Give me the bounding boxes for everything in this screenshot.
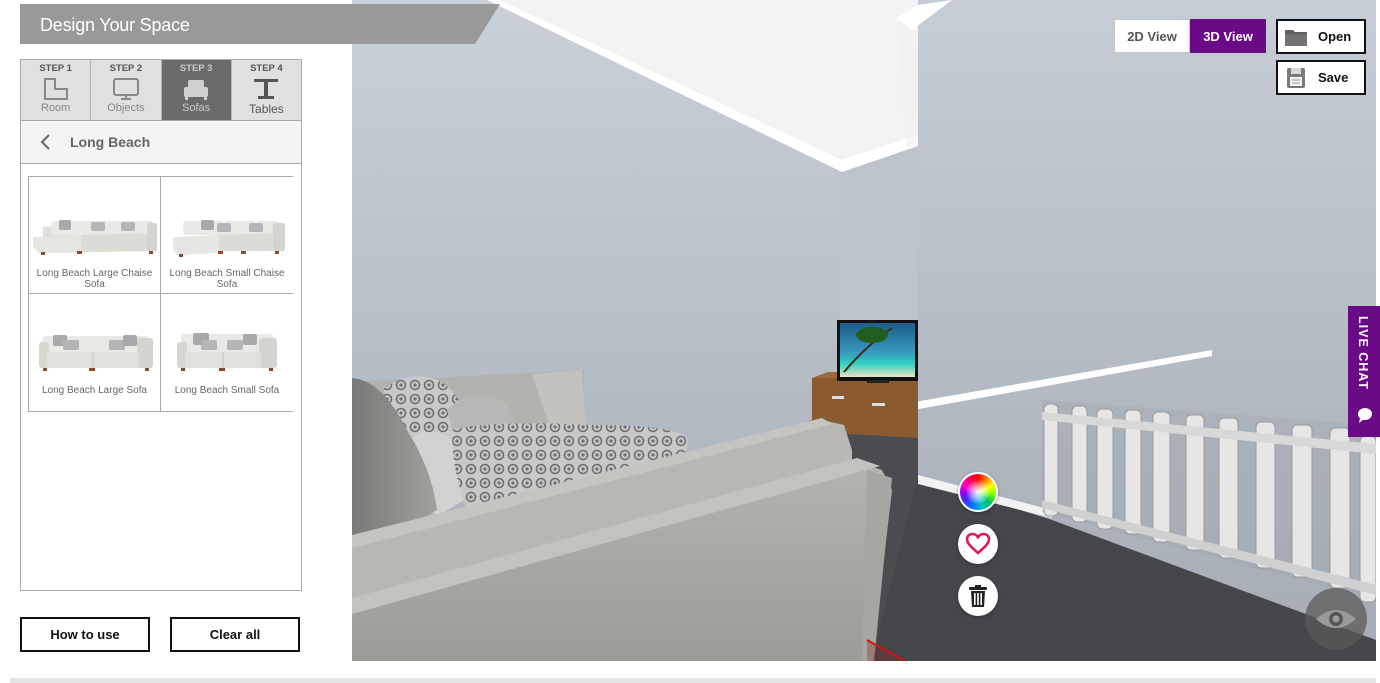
delete-button[interactable] bbox=[958, 576, 998, 616]
tab-step-4-tables[interactable]: STEP 4 Tables bbox=[231, 60, 301, 120]
heart-icon bbox=[965, 532, 991, 555]
footer-divider bbox=[10, 678, 1376, 683]
product-thumbnail-large-chaise-sofa bbox=[33, 220, 157, 255]
folder-icon bbox=[1285, 29, 1307, 46]
eye-icon bbox=[1316, 610, 1356, 628]
sofa-icon bbox=[184, 80, 209, 100]
table-icon bbox=[254, 79, 279, 99]
product-name: Long Beach Small Sofa bbox=[174, 385, 280, 396]
product-thumbnail-large-sofa bbox=[39, 335, 153, 371]
live-chat-tab[interactable]: LIVE CHAT bbox=[1348, 306, 1380, 437]
product-thumbnail-small-chaise-sofa bbox=[173, 220, 285, 257]
favorite-button[interactable] bbox=[958, 524, 998, 564]
step-label: Room bbox=[40, 102, 71, 114]
page-title: Design Your Space bbox=[40, 15, 190, 35]
product-card[interactable]: Long Beach Small Chaise Sofa bbox=[161, 177, 293, 294]
chat-bubble-icon bbox=[1358, 408, 1372, 423]
color-wheel-button[interactable] bbox=[958, 472, 998, 512]
tab-step-1-room[interactable]: STEP 1 Room bbox=[21, 60, 92, 120]
tab-step-3-sofas[interactable]: STEP 3 Sofas bbox=[161, 60, 232, 120]
product-card[interactable]: Long Beach Large Chaise Sofa bbox=[29, 177, 161, 294]
product-card[interactable]: Long Beach Large Sofa bbox=[29, 294, 161, 411]
product-grid: Long Beach Large Chaise Sofa Long Beach … bbox=[28, 176, 293, 412]
3d-viewport[interactable] bbox=[352, 0, 1376, 661]
live-chat-label: LIVE CHAT bbox=[1356, 316, 1370, 391]
step-number: STEP 3 bbox=[179, 63, 213, 74]
collection-title: Long Beach bbox=[70, 134, 151, 150]
step-label: Objects bbox=[107, 102, 145, 114]
room-scene[interactable] bbox=[352, 0, 1376, 661]
television[interactable] bbox=[837, 320, 918, 383]
product-name: Long Beach Large Sofa bbox=[41, 385, 148, 396]
tab-step-2-objects[interactable]: STEP 2 Objects bbox=[91, 60, 162, 120]
save-button[interactable]: Save bbox=[1276, 60, 1366, 95]
product-card[interactable]: Long Beach Small Sofa bbox=[161, 294, 293, 411]
step-label: Tables bbox=[249, 102, 284, 116]
3d-view-button[interactable]: 3D View bbox=[1190, 19, 1266, 53]
product-thumbnail-small-sofa bbox=[177, 333, 277, 371]
open-button[interactable]: Open bbox=[1276, 19, 1366, 54]
step-label: Sofas bbox=[182, 102, 211, 114]
tv-icon bbox=[112, 78, 139, 100]
step-number: STEP 4 bbox=[250, 63, 283, 74]
floppy-disk-icon bbox=[1287, 67, 1305, 88]
step-tabs: STEP 1 Room STEP 2 Objects STEP 3 Sofas … bbox=[21, 60, 301, 121]
step-number: STEP 2 bbox=[109, 63, 143, 74]
save-label: Save bbox=[1318, 70, 1349, 85]
2d-view-button[interactable]: 2D View bbox=[1114, 19, 1190, 53]
product-name: Long Beach Large Chaise Sofa bbox=[36, 268, 153, 290]
clear-all-button[interactable]: Clear all bbox=[170, 617, 300, 652]
room-planner-page: Design Your Space STEP 1 Room STEP 2 Obj… bbox=[0, 0, 1380, 683]
walkthrough-view-button[interactable] bbox=[1305, 588, 1367, 650]
chevron-left-icon[interactable] bbox=[35, 131, 57, 153]
how-to-use-button[interactable]: How to use bbox=[20, 617, 150, 652]
room-icon bbox=[43, 78, 68, 100]
breadcrumb: Long Beach bbox=[21, 121, 301, 164]
catalog-panel: STEP 1 Room STEP 2 Objects STEP 3 Sofas … bbox=[20, 59, 302, 591]
trash-icon bbox=[969, 585, 987, 607]
title-banner: Design Your Space bbox=[20, 4, 500, 44]
step-number: STEP 1 bbox=[39, 63, 72, 74]
open-label: Open bbox=[1318, 29, 1352, 44]
view-toggle: 2D View 3D View bbox=[1114, 19, 1266, 53]
product-name: Long Beach Small Chaise Sofa bbox=[169, 268, 285, 290]
